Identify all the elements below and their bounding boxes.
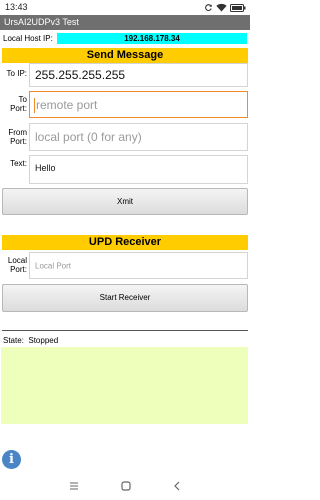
from-port-input[interactable]: local port (0 for any) bbox=[29, 123, 248, 151]
to-port-label-line1: To bbox=[18, 95, 27, 104]
from-port-label-line1: From bbox=[8, 128, 27, 137]
xmit-button[interactable]: Xmit bbox=[2, 188, 248, 215]
battery-icon bbox=[230, 3, 246, 12]
status-icons bbox=[204, 2, 246, 13]
wifi-icon bbox=[216, 3, 227, 12]
menu-icon[interactable] bbox=[69, 482, 79, 490]
to-ip-value: 255.255.255.255 bbox=[35, 68, 126, 82]
local-port-input[interactable]: Local Port bbox=[29, 252, 248, 279]
app-title: UrsAI2UDPv3 Test bbox=[4, 17, 79, 27]
udp-receiver-header: UPD Receiver bbox=[2, 235, 248, 250]
to-ip-field[interactable]: 255.255.255.255 bbox=[29, 63, 248, 87]
to-port-label: To Port: bbox=[3, 95, 27, 113]
status-time: 13:43 bbox=[5, 2, 28, 12]
text-value: Hello bbox=[35, 163, 56, 173]
from-port-label-line2: Port: bbox=[10, 137, 27, 146]
text-label: Text: bbox=[10, 159, 27, 168]
local-port-placeholder: Local Port bbox=[35, 261, 72, 270]
to-port-placeholder: remote port bbox=[36, 97, 98, 112]
app-title-bar: UrsAI2UDPv3 Test bbox=[0, 15, 250, 30]
navigation-bar bbox=[0, 472, 250, 500]
send-message-header: Send Message bbox=[2, 48, 248, 63]
to-ip-label: To IP: bbox=[6, 69, 27, 78]
state-value: Stopped bbox=[28, 336, 59, 345]
text-cursor bbox=[34, 98, 35, 113]
local-port-label-line1: Local bbox=[7, 256, 27, 265]
from-port-label: From Port: bbox=[3, 128, 27, 146]
status-bar: 13:43 bbox=[0, 0, 250, 15]
info-icon[interactable]: i bbox=[2, 450, 21, 469]
divider bbox=[2, 330, 248, 331]
local-port-label: Local Port: bbox=[3, 256, 27, 274]
local-host-ip-value: 192.168.178.34 bbox=[57, 33, 247, 44]
to-port-label-line2: Port: bbox=[10, 104, 27, 113]
to-port-input[interactable]: remote port bbox=[29, 91, 248, 118]
back-icon[interactable] bbox=[173, 481, 181, 491]
start-receiver-button[interactable]: Start Receiver bbox=[2, 284, 248, 312]
state-label: State: bbox=[3, 336, 24, 345]
from-port-placeholder: local port (0 for any) bbox=[35, 130, 142, 144]
local-port-label-line2: Port: bbox=[10, 265, 27, 274]
home-icon[interactable] bbox=[121, 481, 131, 491]
local-host-ip-label: Local Host IP: bbox=[3, 34, 53, 43]
log-panel bbox=[1, 347, 248, 424]
state-line: State: Stopped bbox=[3, 336, 58, 345]
text-input[interactable]: Hello bbox=[29, 155, 248, 184]
sync-icon bbox=[205, 4, 213, 11]
